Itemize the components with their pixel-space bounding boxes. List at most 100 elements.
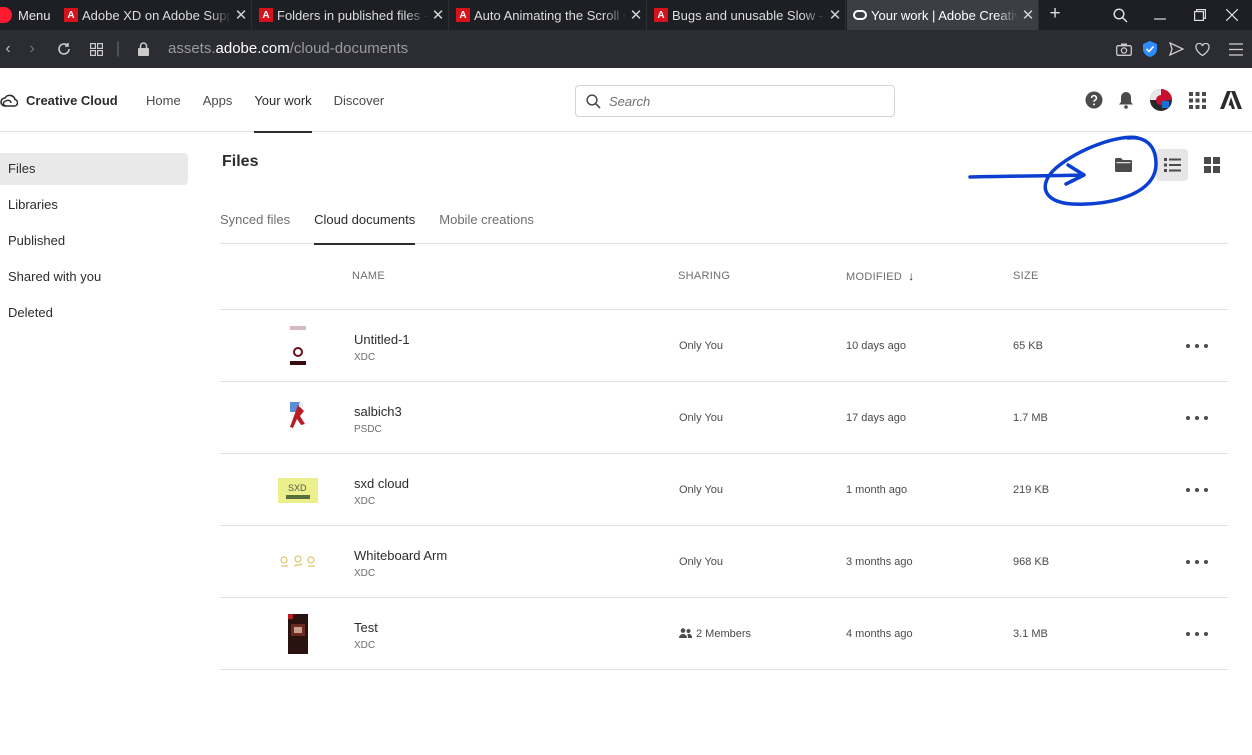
- speed-dial-icon[interactable]: [86, 30, 106, 68]
- browser-tab[interactable]: A Adobe XD on Adobe Support ✕: [58, 0, 252, 30]
- file-name[interactable]: sxd cloud: [354, 476, 409, 491]
- file-modified: 3 months ago: [846, 556, 913, 568]
- url-field[interactable]: assets.adobe.com/cloud-documents: [168, 30, 408, 68]
- table-row[interactable]: salbich3 PSDC Only You 17 days ago 1.7 M…: [220, 382, 1228, 454]
- tab-cloud-documents[interactable]: Cloud documents: [314, 196, 416, 245]
- close-tab-icon[interactable]: ✕: [231, 6, 251, 24]
- column-header-modified[interactable]: MODIFIED ↓: [846, 244, 915, 310]
- browser-tab[interactable]: A Bugs and unusable Slow - Adobe ✕: [648, 0, 846, 30]
- more-options-icon[interactable]: [1186, 410, 1208, 426]
- tab-mobile-creations[interactable]: Mobile creations: [439, 196, 534, 244]
- table-row[interactable]: SXD sxd cloud XDC Only You 1 month ago 2…: [220, 454, 1228, 526]
- page-title: Files: [222, 153, 259, 170]
- sidebar-item-libraries[interactable]: Libraries: [0, 189, 188, 221]
- file-type: XDC: [354, 568, 376, 579]
- reload-icon[interactable]: [54, 30, 74, 68]
- search-icon: [586, 93, 601, 109]
- separator: |: [115, 40, 121, 57]
- column-header-sharing: SHARING: [678, 270, 731, 282]
- close-tab-icon[interactable]: ✕: [428, 6, 448, 24]
- file-type: XDC: [354, 352, 376, 363]
- browser-tab[interactable]: A Auto Animating the Scroll Group ✕: [450, 0, 647, 30]
- tab-title: Bugs and unusable Slow - Adobe: [672, 7, 825, 23]
- brand[interactable]: Creative Cloud: [0, 68, 118, 132]
- file-thumbnail: [276, 614, 320, 654]
- browser-menu-button[interactable]: Menu: [0, 0, 56, 30]
- file-type: PSDC: [354, 424, 382, 435]
- search-box[interactable]: [575, 85, 895, 117]
- lock-icon: [138, 42, 149, 56]
- nav-your-work[interactable]: Your work: [254, 68, 312, 133]
- forward-icon[interactable]: ›: [24, 30, 40, 68]
- file-name[interactable]: Untitled-1: [354, 332, 410, 347]
- file-sharing: 2 Members: [696, 628, 752, 640]
- browser-tab[interactable]: A Folders in published files - Adobe ✕: [253, 0, 449, 30]
- tab-title: Adobe XD on Adobe Support: [82, 7, 231, 23]
- tab-title: Auto Animating the Scroll Group: [474, 7, 626, 23]
- file-name[interactable]: salbich3: [354, 404, 402, 419]
- nav-home[interactable]: Home: [146, 68, 181, 132]
- send-icon[interactable]: [1166, 30, 1186, 68]
- new-tab-icon[interactable]: +: [1046, 0, 1064, 30]
- close-window-icon[interactable]: [1212, 0, 1252, 30]
- nav-apps[interactable]: Apps: [203, 68, 233, 132]
- sidebar-item-published[interactable]: Published: [0, 225, 188, 257]
- table-row[interactable]: Whiteboard Arm XDC Only You 3 months ago…: [220, 526, 1228, 598]
- tab-synced-files[interactable]: Synced files: [220, 196, 290, 244]
- more-options-icon[interactable]: [1186, 338, 1208, 354]
- browser-search-icon[interactable]: [1100, 0, 1140, 30]
- app-switcher-grid-icon[interactable]: [1187, 90, 1207, 110]
- adobe-favicon-icon: A: [654, 8, 668, 22]
- column-header-name[interactable]: NAME: [352, 244, 385, 310]
- sort-descending-icon: ↓: [908, 269, 915, 283]
- search-input[interactable]: [609, 93, 889, 109]
- column-header-size[interactable]: SIZE: [1013, 244, 1039, 310]
- list-view-icon: [1163, 158, 1181, 172]
- help-icon[interactable]: [1084, 90, 1104, 110]
- close-tab-icon[interactable]: ✕: [1018, 6, 1038, 24]
- members-icon: [679, 628, 693, 638]
- sidebar: Files Libraries Published Shared with yo…: [0, 153, 188, 333]
- more-options-icon[interactable]: [1186, 554, 1208, 570]
- user-avatar[interactable]: [1150, 89, 1172, 111]
- table-row[interactable]: Untitled-1 XDC Only You 10 days ago 65 K…: [220, 310, 1228, 382]
- more-options-icon[interactable]: [1186, 482, 1208, 498]
- file-size: 1.7 MB: [1013, 412, 1048, 424]
- shield-icon[interactable]: [1140, 30, 1160, 68]
- more-options-icon[interactable]: [1186, 626, 1208, 642]
- heart-icon[interactable]: [1192, 30, 1212, 68]
- easy-setup-icon[interactable]: [1226, 30, 1246, 68]
- grid-view-button[interactable]: [1196, 149, 1228, 181]
- grid-view-icon: [1204, 157, 1220, 173]
- snapshot-icon[interactable]: [1114, 30, 1134, 68]
- new-folder-button[interactable]: [1107, 149, 1139, 181]
- file-modified: 4 months ago: [846, 628, 913, 640]
- notifications-bell-icon[interactable]: [1116, 90, 1136, 110]
- adobe-logo-icon[interactable]: [1220, 90, 1242, 110]
- close-tab-icon[interactable]: ✕: [626, 6, 646, 24]
- opera-logo-icon: [0, 7, 12, 23]
- table-row[interactable]: Test XDC 2 Members 4 months ago 3.1 MB: [220, 598, 1228, 670]
- minimize-icon[interactable]: [1140, 0, 1180, 30]
- file-modified: 17 days ago: [846, 412, 906, 424]
- creative-cloud-logo-icon: [0, 94, 18, 107]
- creative-cloud-favicon-icon: [853, 10, 867, 20]
- file-type: XDC: [354, 496, 376, 507]
- file-size: 3.1 MB: [1013, 628, 1048, 640]
- back-icon[interactable]: ‹: [0, 30, 16, 68]
- file-size: 219 KB: [1013, 484, 1050, 496]
- file-name[interactable]: Whiteboard Arm: [354, 548, 447, 563]
- sidebar-item-deleted[interactable]: Deleted: [0, 297, 188, 329]
- file-name[interactable]: Test: [354, 620, 378, 635]
- file-sharing-members[interactable]: 2 Members: [679, 598, 751, 670]
- browser-tab-active[interactable]: Your work | Adobe Creative Cloud ✕: [847, 0, 1039, 30]
- sidebar-item-shared-with-you[interactable]: Shared with you: [0, 261, 188, 293]
- list-view-button[interactable]: [1156, 149, 1188, 181]
- file-sharing: Only You: [679, 340, 724, 352]
- sidebar-item-files[interactable]: Files: [0, 153, 188, 185]
- thumbnail-card: SXD: [278, 477, 318, 503]
- close-tab-icon[interactable]: ✕: [825, 6, 845, 24]
- file-sharing: Only You: [679, 412, 724, 424]
- nav-discover[interactable]: Discover: [334, 68, 385, 132]
- file-thumbnail: [276, 398, 320, 438]
